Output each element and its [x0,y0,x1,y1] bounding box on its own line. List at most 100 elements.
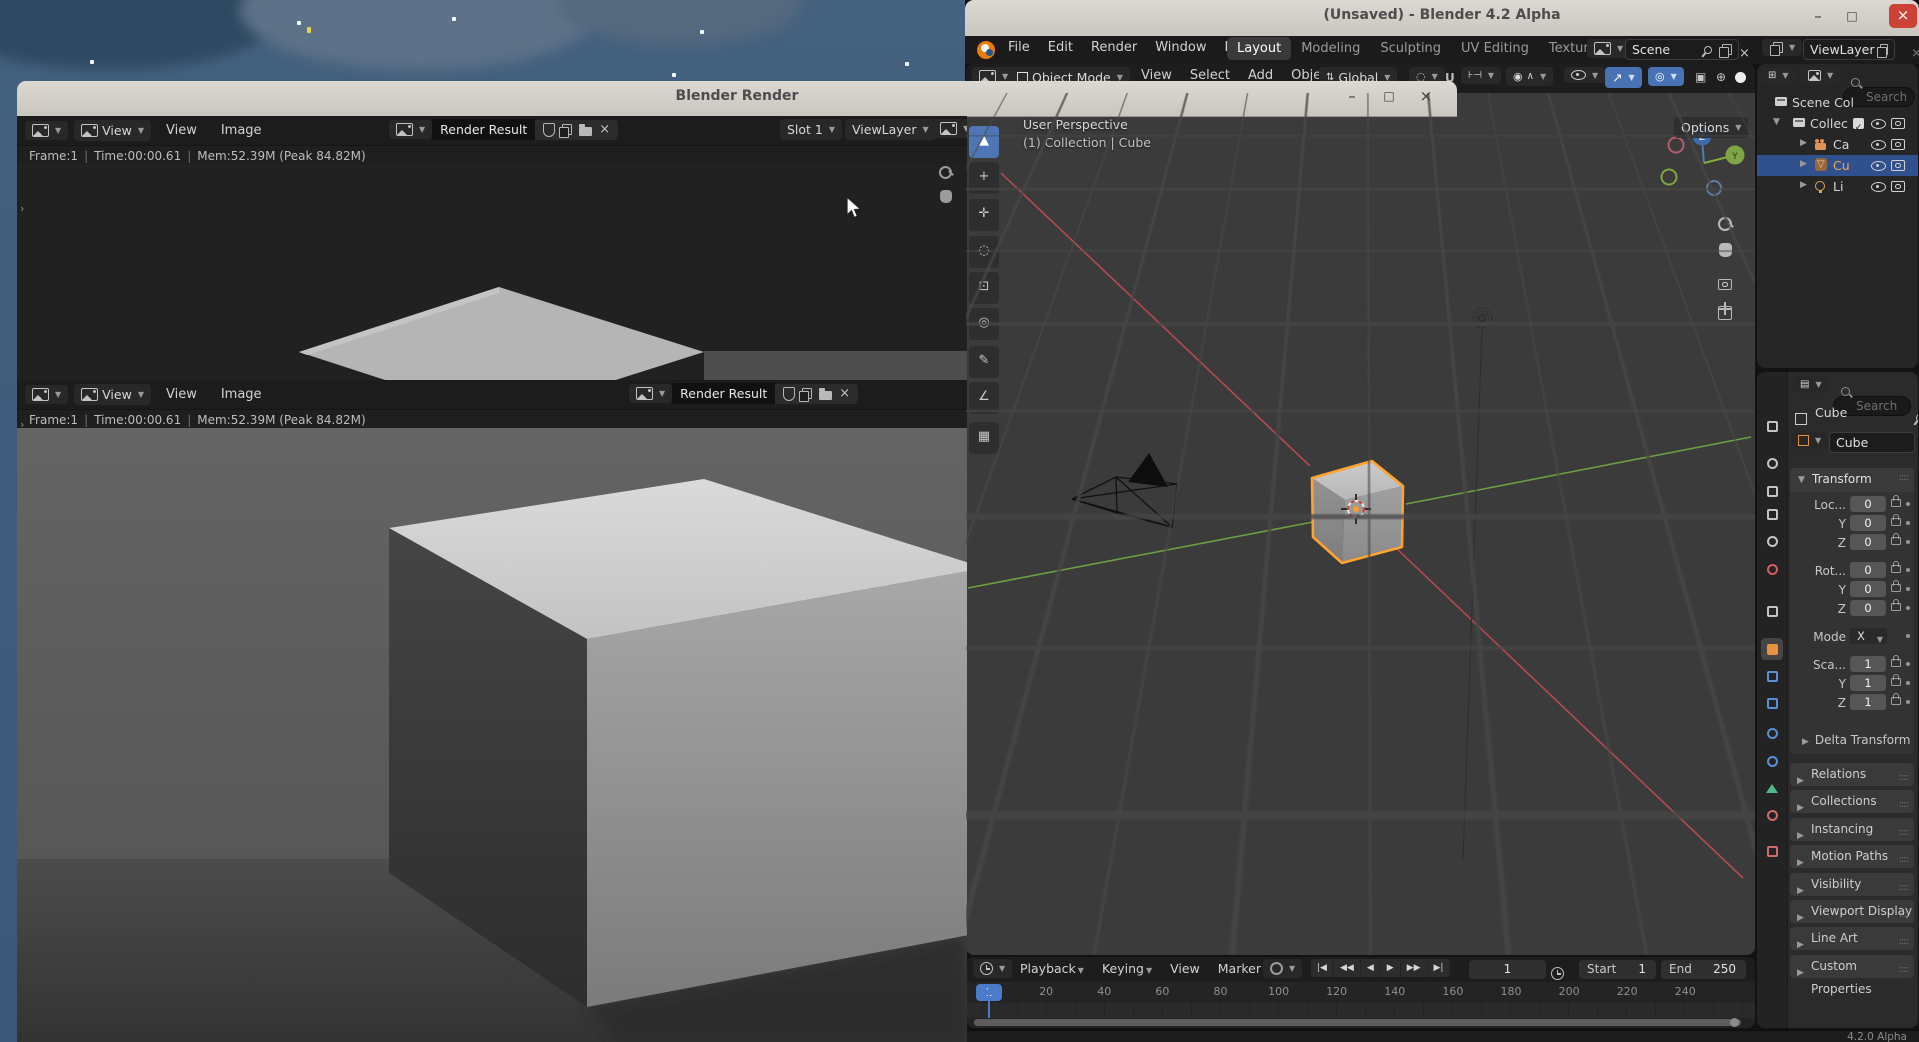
unlink-scene-icon[interactable]: × [1739,49,1750,59]
object-id-icon[interactable]: ▼ [1791,432,1828,449]
expand-icon[interactable]: ▼ [1773,117,1780,127]
timeline-menu-playback[interactable]: Playback▼ [1011,957,1093,980]
outliner-row-cu[interactable]: ▶▽Cu [1757,155,1918,176]
properties-tab-constraints[interactable] [1761,750,1783,772]
tool-cursor[interactable]: + [969,162,999,194]
render-pass-button[interactable]: ▼ [933,119,967,138]
editor-type-button[interactable]: ▼ [25,121,68,140]
properties-tab-material[interactable] [1761,804,1783,826]
render-visibility-icon[interactable] [1891,118,1905,129]
fake-user-icon[interactable] [543,123,555,137]
grip-icon[interactable]: :::: [1899,472,1908,483]
transform-value-field[interactable]: 0 [1850,562,1886,578]
shading-solid-icon[interactable] [1735,72,1746,83]
fake-user-icon[interactable] [783,387,795,401]
animate-dot-icon[interactable] [1906,587,1910,591]
axis-mode-dropdown[interactable]: X▼ [1850,628,1887,644]
frame-start-field[interactable]: Start 1 [1579,960,1656,979]
scene-selector[interactable]: Scene [1625,39,1739,60]
editor-mode-dropdown[interactable]: View▼ [74,120,151,141]
outliner-row-ca[interactable]: ▶Ca [1757,134,1918,155]
grip-icon[interactable]: :::: [1899,821,1908,844]
outliner-row-collec[interactable]: ▼Collec [1757,113,1918,134]
image-pan-hand-icon[interactable] [940,190,952,203]
animate-dot-icon[interactable] [1906,521,1910,525]
transform-value-field[interactable]: 1 [1850,656,1886,672]
snap-target-dropdown[interactable]: ⊦⊣▼ [1461,67,1501,84]
animate-dot-icon[interactable] [1906,700,1910,704]
scene-type-icon[interactable]: ▼ [1587,39,1630,58]
lock-icon[interactable] [1891,584,1901,592]
properties-tab-object[interactable] [1761,638,1783,660]
jump-start-button[interactable]: |◀ [1311,959,1334,977]
prev-keyframe-button[interactable]: ◀◀ [1334,959,1361,977]
render-visibility-icon[interactable] [1891,160,1905,171]
maximize-button[interactable]: □ [1839,4,1865,30]
section-collections[interactable]: ▶Collections:::: [1790,790,1914,813]
section-custom-properties[interactable]: ▶Custom Properties:::: [1790,955,1914,978]
render-maximize-button[interactable]: □ [1376,84,1402,110]
checkbox-icon[interactable] [1853,118,1864,129]
animate-dot-icon[interactable] [1906,568,1910,572]
object-name-field[interactable]: Cube [1829,432,1915,453]
render-window-titlebar[interactable]: Blender Render – □ × [17,81,1457,117]
frame-end-field[interactable]: End 250 [1661,960,1746,979]
section-visibility[interactable]: ▶Visibility:::: [1790,873,1914,896]
sidebar-toggle-icon[interactable]: › [20,202,24,215]
unlink-icon[interactable]: × [599,125,610,135]
eye-visibility-icon[interactable] [1871,182,1886,192]
camera-view-icon[interactable] [1718,279,1732,290]
lock-icon[interactable] [1891,518,1901,526]
eye-visibility-icon[interactable] [1871,140,1886,150]
workspace-tab-modeling[interactable]: Modeling [1291,37,1370,60]
duplicate-icon[interactable] [562,124,572,135]
timeline-menu-view[interactable]: View [1161,957,1209,980]
tool-transform[interactable]: ◎ [969,308,999,340]
play-reverse-button[interactable]: ◀ [1361,959,1381,977]
auto-keyframe-toggle[interactable]: ▼ [1263,959,1302,978]
open-image-icon[interactable] [819,391,832,400]
workspace-tab-uv-editing[interactable]: UV Editing [1451,37,1539,60]
properties-tab-physics[interactable] [1761,722,1783,744]
viewlayer-selector[interactable]: ViewLayer [1803,39,1895,60]
animate-dot-icon[interactable] [1906,681,1910,685]
image-zoom-icon[interactable] [939,162,952,181]
transform-panel-header[interactable]: ▼ Transform :::: [1790,468,1914,492]
grip-icon[interactable]: :::: [1899,903,1908,926]
duplicate-icon[interactable] [802,388,812,399]
timeline-ruler[interactable]: 20406080100120140160180200220240 1 [966,982,1755,1003]
properties-tab-tool[interactable] [1761,415,1783,437]
close-button[interactable]: × [1889,4,1917,28]
tool-select-box[interactable]: ▲ [969,126,999,158]
animate-dot-icon[interactable] [1906,502,1910,506]
viewport-canvas[interactable]: Z Y User Perspective (1) Collection | Cu… [966,93,1755,955]
show-object-types-dropdown[interactable]: ▼ [1564,67,1605,83]
lock-icon[interactable] [1891,603,1901,611]
render-visibility-icon[interactable] [1891,139,1905,150]
editor-mode-dropdown[interactable]: View▼ [74,384,151,405]
transform-value-field[interactable]: 0 [1850,496,1886,512]
properties-tab-view-layer[interactable] [1761,503,1783,525]
transform-value-field[interactable]: 1 [1850,694,1886,710]
show-overlays-toggle[interactable]: ◎▼ [1648,67,1684,86]
new-scene-icon[interactable] [1722,44,1732,55]
lock-icon[interactable] [1891,565,1901,573]
menu-file[interactable]: File [999,36,1039,59]
playhead-line[interactable] [988,984,990,1018]
menu-window[interactable]: Window [1146,36,1215,59]
animate-dot-icon[interactable] [1906,662,1910,666]
render-minimize-button[interactable]: – [1339,84,1365,110]
outliner-filter-dropdown[interactable]: ▼ [1801,67,1840,84]
lock-icon[interactable] [1891,659,1901,667]
play-button[interactable]: ▶ [1381,959,1401,977]
proportional-editing-dropdown[interactable]: ◉∧▼ [1506,67,1553,86]
grip-icon[interactable]: :::: [1899,876,1908,899]
grip-icon[interactable]: :::: [1899,930,1908,953]
outliner-row-li[interactable]: ▶Li [1757,176,1918,197]
grip-icon[interactable]: :::: [1899,958,1908,981]
section-instancing[interactable]: ▶Instancing:::: [1790,818,1914,841]
image-editor-menu-image[interactable]: Image [212,383,271,406]
properties-filter-button[interactable]: ▤▼ [1793,376,1829,393]
show-gizmo-toggle[interactable]: ↗▼ [1605,67,1642,88]
render-slot-dropdown[interactable]: Slot 1▼ [780,119,842,140]
